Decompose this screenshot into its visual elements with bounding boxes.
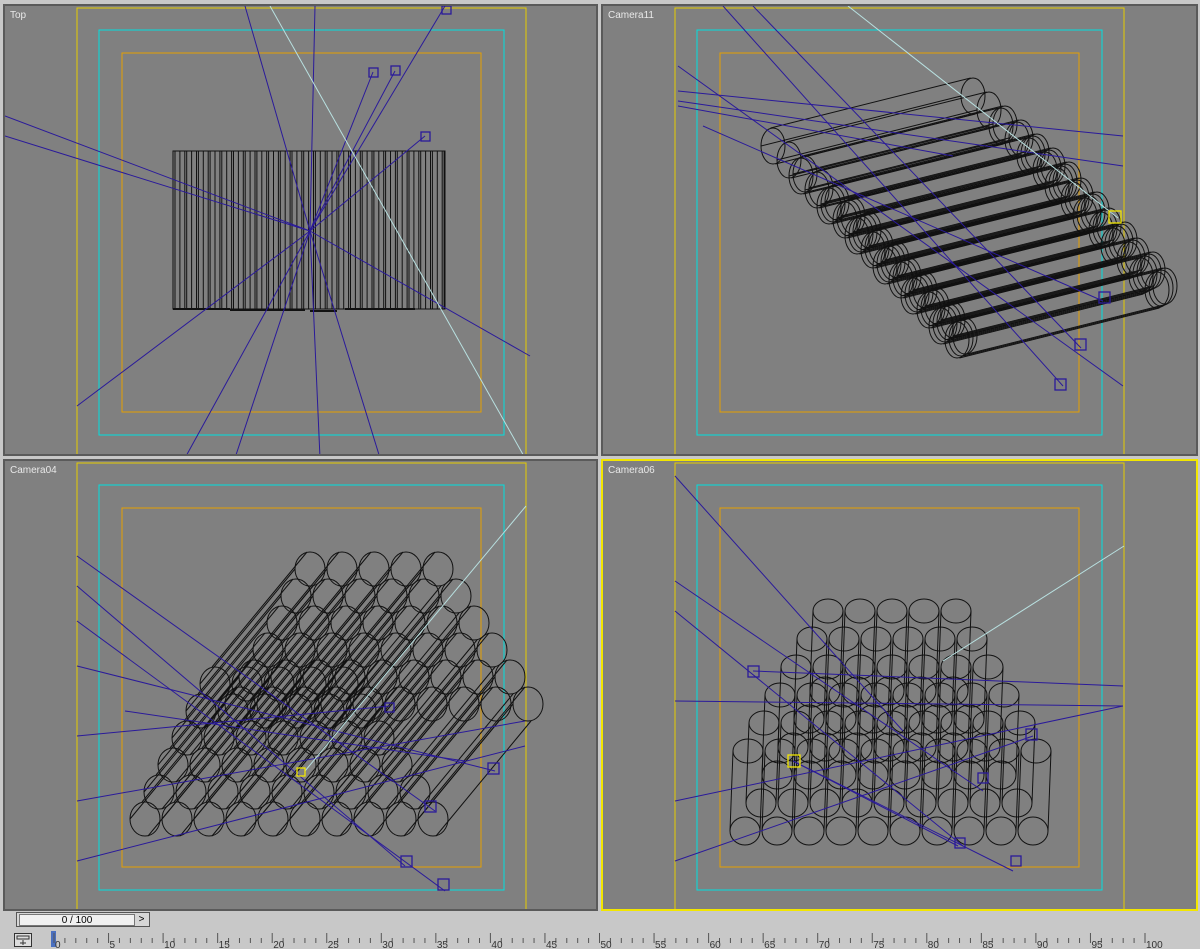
viewport-camera04-canvas bbox=[76, 462, 544, 909]
viewport-top[interactable]: Top bbox=[3, 4, 598, 456]
trackbar-label: 55 bbox=[655, 940, 667, 949]
trackbar-label: 80 bbox=[928, 940, 940, 949]
camera-lines-top bbox=[5, 6, 531, 454]
camera-icon[interactable] bbox=[1054, 378, 1067, 391]
trackbar-label: 95 bbox=[1091, 940, 1103, 949]
viewport-camera11[interactable]: Camera11 bbox=[601, 4, 1198, 456]
trackbar-label: 45 bbox=[546, 940, 558, 949]
trackbar-label: 20 bbox=[273, 940, 285, 949]
trackbar-label: 40 bbox=[491, 940, 503, 949]
viewport-label[interactable]: Camera11 bbox=[608, 10, 654, 21]
trackbar-label: 65 bbox=[764, 940, 776, 949]
trackbar-label: 10 bbox=[164, 940, 176, 949]
camera-icon[interactable] bbox=[1010, 855, 1022, 867]
trackbar-label: 15 bbox=[219, 940, 231, 949]
camera-lines-camera06 bbox=[674, 475, 1124, 872]
trackbar-label: 50 bbox=[601, 940, 613, 949]
camera-lines-camera11 bbox=[677, 6, 1124, 387]
trackbar-label: 35 bbox=[437, 940, 449, 949]
trackbar-ruler: 0 5 10 15 20 25 30 35 40 45 50 55 60 65 70 75 80 85 90 95 10… bbox=[51, 931, 1163, 949]
viewport-camera04[interactable]: Camera04 bbox=[3, 459, 598, 911]
trackbar-label: 25 bbox=[328, 940, 340, 949]
camera-icon[interactable] bbox=[1074, 338, 1087, 351]
time-slider[interactable]: 0 / 100 > bbox=[16, 912, 150, 927]
camera-lines-camera04 bbox=[76, 555, 526, 892]
camera-icon[interactable] bbox=[437, 878, 450, 891]
trackbar-label: 0 bbox=[55, 940, 61, 949]
viewport-top-canvas bbox=[5, 6, 531, 454]
viewport-camera06-canvas bbox=[674, 462, 1125, 909]
time-slider-bar: 0 / 100 > bbox=[0, 911, 1200, 929]
camera-icon[interactable] bbox=[368, 67, 379, 78]
trackbar-label: 30 bbox=[382, 940, 394, 949]
camera-icon[interactable] bbox=[487, 762, 500, 775]
next-frame-arrow-icon[interactable]: > bbox=[135, 913, 148, 926]
trackbar-label: 90 bbox=[1037, 940, 1049, 949]
trackbar-label: 70 bbox=[819, 940, 831, 949]
trackbar-label: 60 bbox=[710, 940, 722, 949]
trackbar-label: 75 bbox=[873, 940, 885, 949]
time-slider-thumb[interactable]: 0 / 100 bbox=[19, 914, 135, 926]
viewport-label[interactable]: Camera06 bbox=[608, 465, 655, 476]
light-line bbox=[942, 545, 1125, 662]
trackbar-label: 5 bbox=[110, 940, 116, 949]
key-filter-icon[interactable] bbox=[14, 933, 32, 947]
viewport-label[interactable]: Camera04 bbox=[10, 465, 57, 476]
viewport-camera11-canvas bbox=[674, 6, 1178, 454]
camera-icon[interactable] bbox=[441, 6, 452, 15]
trackbar-label: 100 bbox=[1146, 940, 1163, 949]
viewport-camera06[interactable]: Camera06 bbox=[601, 459, 1198, 911]
camera-icon[interactable] bbox=[420, 131, 431, 142]
viewport-label[interactable]: Top bbox=[10, 10, 26, 21]
trackbar-label: 85 bbox=[982, 940, 994, 949]
barrel-wireframe-camera06 bbox=[729, 598, 1052, 846]
trackbar[interactable]: 0 5 10 15 20 25 30 35 40 45 50 55 60 65 70 75 80 85 90 95 10… bbox=[0, 929, 1200, 949]
camera-icon[interactable] bbox=[390, 65, 401, 76]
